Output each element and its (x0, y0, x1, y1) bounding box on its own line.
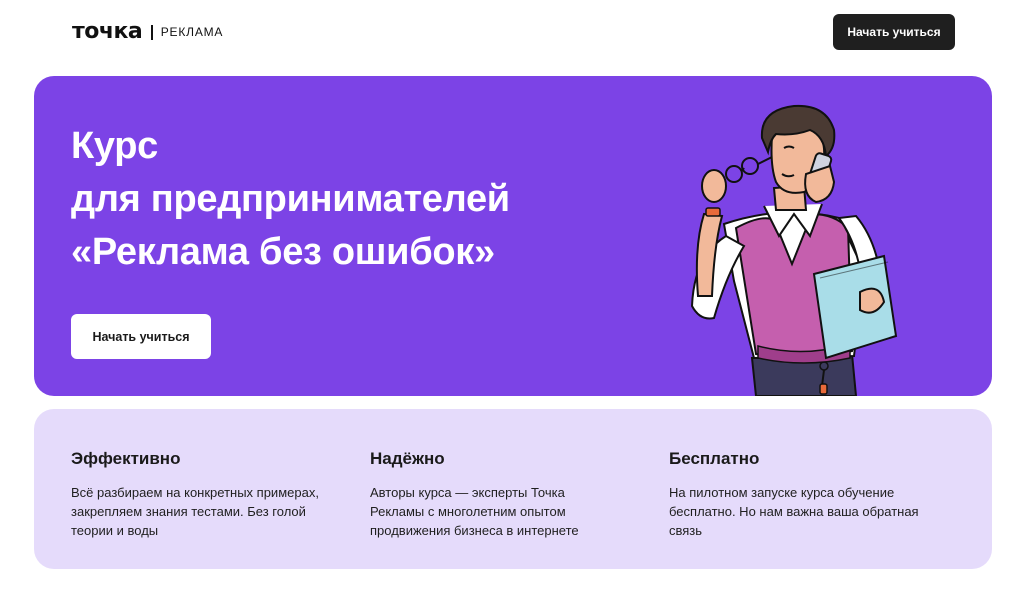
feature-title: Надёжно (370, 449, 445, 468)
feature-text: Авторы курса — эксперты Точка Рекламы с … (370, 485, 579, 538)
hero-title-line-1: Курс (71, 125, 158, 167)
header-start-learning-button[interactable]: Начать учиться (833, 14, 955, 50)
feature-free: Бесплатно На пилотном запуске курса обуч… (669, 449, 919, 540)
logo-sub-text: РЕКЛАМА (160, 25, 224, 39)
feature-title: Бесплатно (669, 449, 760, 468)
hero-title: Курс для предпринимателей «Реклама без о… (71, 120, 510, 279)
logo-main-text: точка (72, 19, 143, 44)
hero-title-line-3: «Реклама без ошибок» (71, 231, 495, 273)
site-header: точка РЕКЛАМА Начать учиться (0, 0, 1024, 66)
feature-title: Эффективно (71, 449, 181, 468)
features-panel: Эффективно Всё разбираем на конкретных п… (34, 409, 992, 569)
hero-start-learning-button[interactable]: Начать учиться (71, 314, 211, 359)
hero-banner: Курс для предпринимателей «Реклама без о… (34, 76, 992, 396)
feature-text: Всё разбираем на конкретных примерах, за… (71, 485, 319, 538)
man-on-phone-illustration (690, 104, 898, 396)
feature-effective: Эффективно Всё разбираем на конкретных п… (71, 449, 321, 540)
logo[interactable]: точка РЕКЛАМА (72, 20, 223, 44)
logo-divider (151, 24, 153, 40)
hero-title-line-2: для предпринимателей (71, 178, 510, 220)
feature-text: На пилотном запуске курса обучение беспл… (669, 485, 919, 538)
feature-reliable: Надёжно Авторы курса — эксперты Точка Ре… (370, 449, 620, 540)
